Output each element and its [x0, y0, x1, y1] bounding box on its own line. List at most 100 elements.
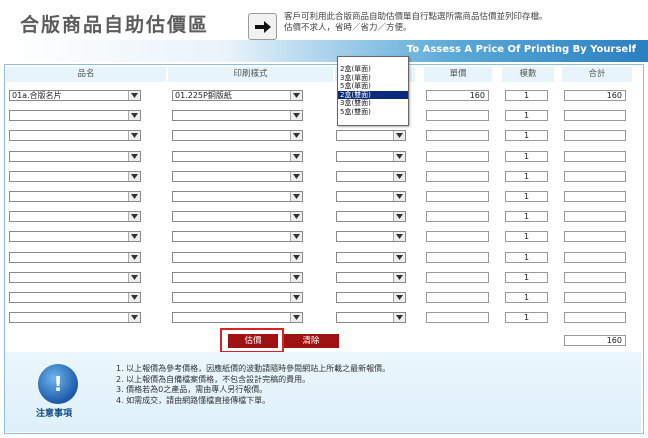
option-select[interactable]	[336, 191, 406, 202]
quantity-field[interactable]: 1	[505, 292, 548, 303]
option-select[interactable]	[336, 150, 406, 162]
product-select[interactable]	[9, 312, 141, 324]
table-row: 1	[0, 231, 648, 249]
quantity-field[interactable]: 1	[505, 150, 548, 162]
unit-price-field	[426, 150, 489, 162]
row-total-field	[564, 231, 626, 243]
product-select[interactable]	[9, 292, 141, 303]
page-subtitle: To Assess A Price Of Printing By Yoursel…	[406, 44, 636, 55]
row-total-field	[564, 130, 626, 142]
chevron-down-icon	[290, 111, 302, 121]
option-select[interactable]	[336, 231, 406, 243]
chevron-down-icon	[393, 252, 405, 262]
column-header-unit-price: 單價	[424, 67, 492, 82]
style-select[interactable]	[172, 130, 303, 142]
quantity-field[interactable]: 1	[505, 130, 548, 142]
style-select[interactable]	[172, 191, 303, 202]
style-select[interactable]	[172, 271, 303, 283]
product-select[interactable]	[9, 150, 141, 162]
option-select[interactable]	[336, 312, 406, 324]
quantity-field[interactable]: 1	[505, 90, 548, 101]
style-select[interactable]	[172, 231, 303, 243]
chevron-down-icon	[290, 131, 302, 141]
dropdown-option[interactable]: 3盒(雙面)	[338, 99, 408, 108]
dropdown-option[interactable]: 5盒(單面)	[338, 82, 408, 91]
style-select[interactable]	[172, 110, 303, 122]
option-select[interactable]	[336, 251, 406, 263]
chevron-down-icon	[290, 192, 302, 201]
table-header: 品名 印刷樣式 單價 模數 合計	[6, 67, 639, 82]
table-row: 1	[0, 150, 648, 169]
product-select-value: 01a.合版名片	[12, 91, 62, 100]
row-total-field: 160	[564, 90, 626, 101]
quantity-field[interactable]: 1	[505, 170, 548, 182]
option-select[interactable]	[336, 211, 406, 223]
table-row: 1	[0, 130, 648, 148]
chevron-down-icon	[290, 313, 302, 323]
option-select[interactable]	[336, 292, 406, 303]
style-select[interactable]	[172, 170, 303, 182]
row-total-field	[564, 191, 626, 202]
option-select[interactable]	[336, 170, 406, 182]
quantity-option-dropdown[interactable]: 2盒(單面) 3盒(單面) 5盒(單面) 2盒(雙面) 3盒(雙面) 5盒(雙面)	[337, 56, 409, 126]
style-select[interactable]	[172, 211, 303, 223]
product-select[interactable]	[9, 170, 141, 182]
option-select[interactable]	[336, 271, 406, 283]
product-select[interactable]	[9, 130, 141, 142]
product-select[interactable]	[9, 211, 141, 223]
unit-price-field	[426, 211, 489, 223]
chevron-down-icon	[128, 91, 140, 100]
chevron-down-icon	[393, 212, 405, 222]
notes-label: 注意事項	[36, 409, 73, 419]
quantity-field[interactable]: 1	[505, 271, 548, 283]
row-total-field	[564, 150, 626, 162]
quantity-field[interactable]: 1	[505, 191, 548, 202]
quantity-field[interactable]: 1	[505, 211, 548, 223]
note-line-1: 1. 以上報價為參考價格，因應紙價的波動請隨時參閱網站上所載之最新報價。	[116, 364, 391, 373]
note-line-4: 4. 如需成交，請由網路懂檔直接傳檔下單。	[116, 395, 271, 405]
table-row: 1	[0, 312, 648, 330]
chevron-down-icon	[393, 151, 405, 161]
product-select[interactable]	[9, 271, 141, 283]
style-select[interactable]	[172, 251, 303, 263]
style-select[interactable]	[172, 292, 303, 303]
chevron-down-icon	[290, 151, 302, 161]
chevron-down-icon	[128, 232, 140, 242]
product-select[interactable]	[9, 110, 141, 122]
row-total-field	[564, 110, 626, 122]
style-select[interactable]: 01.225P銅版紙	[172, 90, 303, 101]
header-desc-line1: 客戶可利用此合版商品自助估價單自行點選所需商品估價並列印存檔。	[284, 12, 548, 22]
product-select[interactable]	[9, 251, 141, 263]
note-line-2: 2. 以上報價為自備檔案價格，不包含設計完稿的費用。	[116, 374, 311, 384]
dropdown-option[interactable]: 5盒(雙面)	[338, 108, 408, 117]
product-select[interactable]	[9, 231, 141, 243]
unit-price-field	[426, 110, 489, 122]
option-select[interactable]	[336, 130, 406, 142]
dropdown-option[interactable]: 2盒(單面)	[338, 65, 408, 74]
chevron-down-icon	[290, 212, 302, 222]
style-select[interactable]	[172, 150, 303, 162]
style-select[interactable]	[172, 312, 303, 324]
chevron-down-icon	[290, 91, 302, 100]
quantity-field[interactable]: 1	[505, 251, 548, 263]
chevron-down-icon	[128, 171, 140, 181]
row-total-field	[564, 312, 626, 324]
quantity-field[interactable]: 1	[505, 110, 548, 122]
clear-button[interactable]: 清除	[283, 334, 339, 348]
row-total-field	[564, 271, 626, 283]
chevron-down-icon	[290, 293, 302, 302]
arrow-right-icon	[248, 13, 277, 40]
dropdown-blank-option[interactable]	[338, 57, 408, 65]
product-select[interactable]	[9, 191, 141, 202]
column-header-total: 合計	[562, 67, 632, 82]
table-row: 1	[0, 271, 648, 290]
quantity-field[interactable]: 1	[505, 231, 548, 243]
unit-price-field	[426, 130, 489, 142]
product-select[interactable]: 01a.合版名片	[9, 90, 141, 101]
header-desc-line2: 估價不求人，省時／省力／方便。	[284, 23, 412, 33]
chevron-down-icon	[128, 252, 140, 262]
unit-price-field	[426, 251, 489, 263]
quantity-field[interactable]: 1	[505, 312, 548, 324]
dropdown-option[interactable]: 3盒(單面)	[338, 74, 408, 83]
chevron-down-icon	[128, 151, 140, 161]
